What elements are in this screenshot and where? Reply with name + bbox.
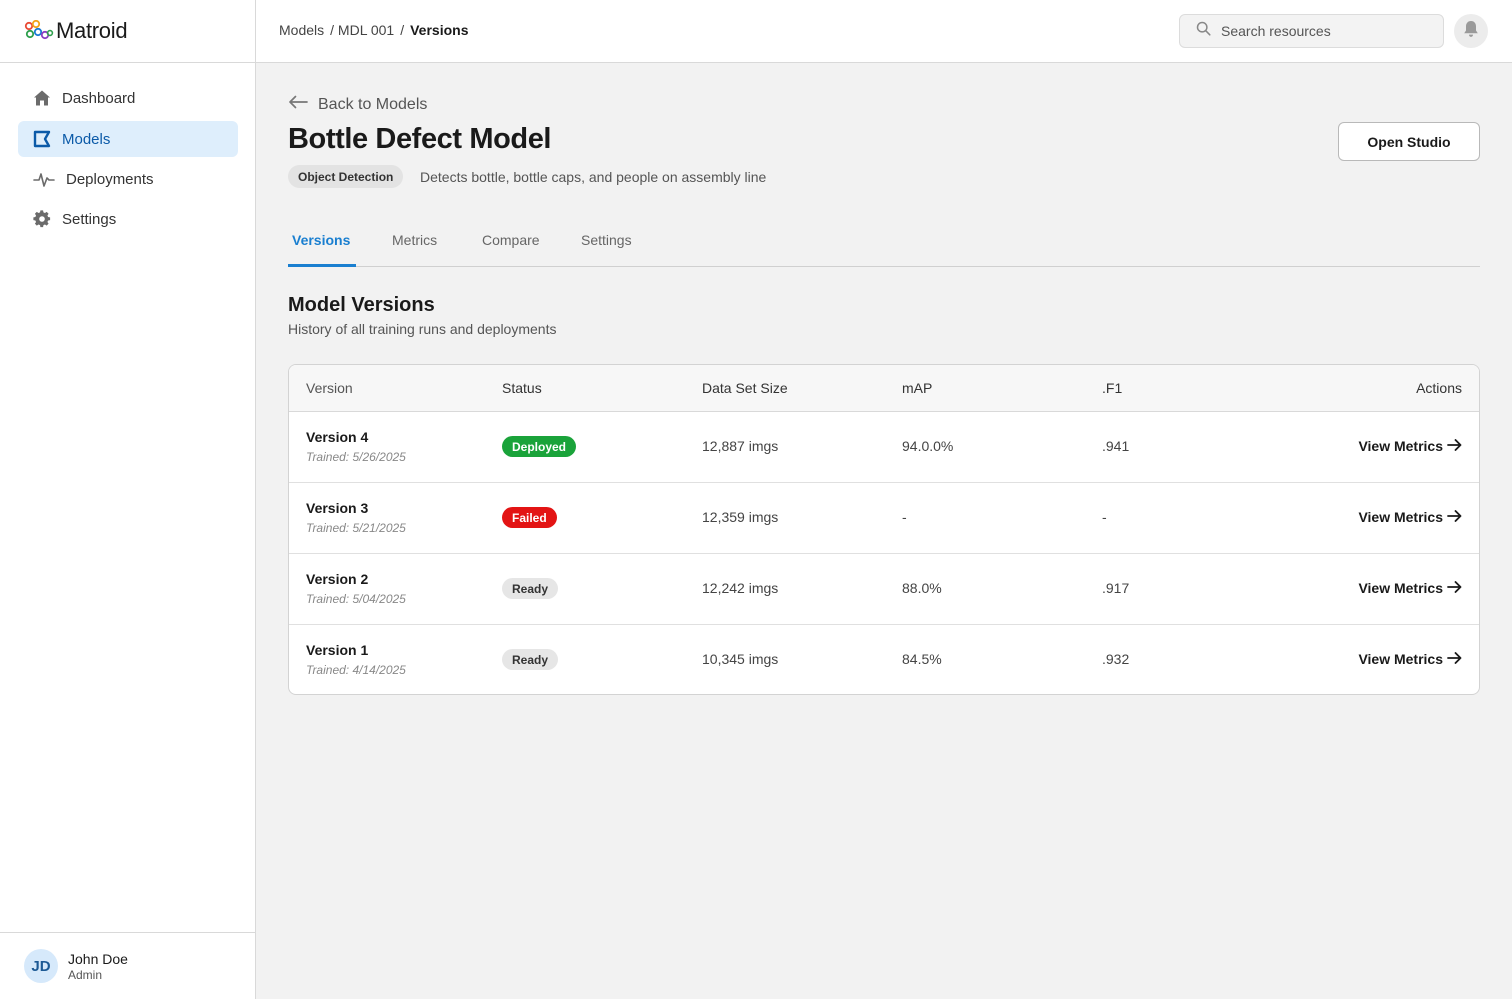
breadcrumb-models[interactable]: Models <box>279 22 324 38</box>
sidebar-item-models[interactable]: Models <box>18 121 238 157</box>
gear-icon <box>32 209 52 229</box>
sidebar-nav: Dashboard Models Deployments Settings <box>0 63 255 228</box>
sidebar-item-label: Models <box>62 130 111 148</box>
f1-value: .932 <box>1102 651 1130 667</box>
map-value: 84.5% <box>902 651 942 667</box>
column-header-dataset-size: Data Set Size <box>702 380 788 396</box>
table-row: Version 4 Trained: 5/26/2025 Deployed 12… <box>289 412 1479 483</box>
trained-date: Trained: 5/21/2025 <box>306 521 406 535</box>
sidebar-item-label: Dashboard <box>62 89 136 107</box>
section-subtitle: History of all training runs and deploym… <box>288 321 557 337</box>
map-value: 88.0% <box>902 580 942 596</box>
arrow-right-icon <box>1443 438 1462 454</box>
notifications-button[interactable] <box>1454 14 1488 48</box>
table-row: Version 3 Trained: 5/21/2025 Failed 12,3… <box>289 483 1479 554</box>
breadcrumb: Models / MDL 001 / Versions <box>279 22 468 38</box>
view-metrics-label: View Metrics <box>1358 651 1443 667</box>
f1-value: .917 <box>1102 580 1130 596</box>
user-profile[interactable]: JD John Doe Admin <box>0 932 256 999</box>
map-value: 94.0.0% <box>902 438 954 454</box>
versions-table: Version Status Data Set Size mAP .F1 Act… <box>288 364 1480 695</box>
version-name: Version 2 <box>306 571 369 587</box>
f1-value: - <box>1102 509 1107 525</box>
trained-date: Trained: 5/04/2025 <box>306 592 406 606</box>
view-metrics-label: View Metrics <box>1358 509 1443 525</box>
search-icon <box>1196 21 1211 41</box>
tab-versions[interactable]: Versions <box>292 232 350 248</box>
arrow-right-icon <box>1443 509 1462 525</box>
tab-settings[interactable]: Settings <box>581 232 632 248</box>
column-header-status: Status <box>502 380 542 396</box>
tab-compare[interactable]: Compare <box>482 232 540 248</box>
sidebar-item-deployments[interactable]: Deployments <box>18 161 238 197</box>
search-box[interactable] <box>1179 14 1444 48</box>
dataset-size: 10,345 imgs <box>702 651 779 667</box>
breadcrumb-model-id[interactable]: / MDL 001 <box>330 22 394 38</box>
status-badge: Ready <box>502 578 559 599</box>
open-studio-button[interactable]: Open Studio <box>1338 122 1480 161</box>
f1-value: .941 <box>1102 438 1130 454</box>
view-metrics-link[interactable]: View Metrics <box>1358 580 1462 596</box>
table-row: Version 1 Trained: 4/14/2025 Ready 10,34… <box>289 625 1479 694</box>
breadcrumb-separator: / <box>400 22 405 38</box>
models-icon <box>32 129 52 149</box>
view-metrics-label: View Metrics <box>1358 580 1443 596</box>
tab-bar: Versions Metrics Compare Settings <box>288 220 1480 267</box>
model-type-badge: Object Detection <box>288 165 404 188</box>
arrow-right-icon <box>1443 580 1462 596</box>
breadcrumb-current: Versions <box>410 22 469 38</box>
pulse-icon <box>32 169 56 189</box>
arrow-left-icon <box>288 95 318 114</box>
top-bar: Models / MDL 001 / Versions <box>256 0 1512 63</box>
tab-metrics[interactable]: Metrics <box>392 232 437 248</box>
column-header-f1: .F1 <box>1102 380 1123 396</box>
sidebar-item-settings[interactable]: Settings <box>18 201 238 237</box>
column-header-version: Version <box>306 380 353 396</box>
user-name: John Doe <box>68 950 128 967</box>
matroid-logo-icon <box>24 20 54 40</box>
trained-date: Trained: 4/14/2025 <box>306 663 406 677</box>
back-link-label: Back to Models <box>318 95 428 113</box>
view-metrics-label: View Metrics <box>1358 438 1443 454</box>
arrow-right-icon <box>1443 651 1462 667</box>
version-name: Version 1 <box>306 642 369 658</box>
back-to-models-link[interactable]: Back to Models <box>288 95 427 114</box>
search-input[interactable] <box>1221 23 1421 39</box>
version-name: Version 3 <box>306 500 369 516</box>
view-metrics-link[interactable]: View Metrics <box>1358 651 1462 667</box>
version-name: Version 4 <box>306 429 369 445</box>
sidebar-item-dashboard[interactable]: Dashboard <box>18 80 238 116</box>
table-header: Version Status Data Set Size mAP .F1 Act… <box>289 365 1479 412</box>
page-title: Bottle Defect Model <box>288 123 552 155</box>
model-description: Detects bottle, bottle caps, and people … <box>420 169 767 185</box>
logo[interactable]: Matroid <box>0 0 255 63</box>
view-metrics-link[interactable]: View Metrics <box>1358 509 1462 525</box>
dataset-size: 12,242 imgs <box>702 580 779 596</box>
trained-date: Trained: 5/26/2025 <box>306 450 406 464</box>
status-badge: Deployed <box>502 436 577 457</box>
sidebar-item-label: Settings <box>62 210 117 228</box>
column-header-actions: Actions <box>1416 380 1462 396</box>
section-title: Model Versions <box>288 294 435 316</box>
sidebar-item-label: Deployments <box>66 170 154 188</box>
avatar: JD <box>24 949 58 983</box>
home-icon <box>32 88 52 108</box>
app-name: Matroid <box>56 18 128 43</box>
active-tab-indicator <box>288 264 356 267</box>
column-header-map: mAP <box>902 380 933 396</box>
status-badge: Failed <box>502 507 557 528</box>
view-metrics-link[interactable]: View Metrics <box>1358 438 1462 454</box>
sidebar: Matroid Dashboard Models Deployments Set… <box>0 0 256 999</box>
dataset-size: 12,887 imgs <box>702 438 779 454</box>
user-role: Admin <box>68 967 103 982</box>
map-value: - <box>902 509 907 525</box>
table-row: Version 2 Trained: 5/04/2025 Ready 12,24… <box>289 554 1479 625</box>
status-badge: Ready <box>502 649 559 670</box>
bell-icon <box>1463 20 1479 43</box>
dataset-size: 12,359 imgs <box>702 509 779 525</box>
